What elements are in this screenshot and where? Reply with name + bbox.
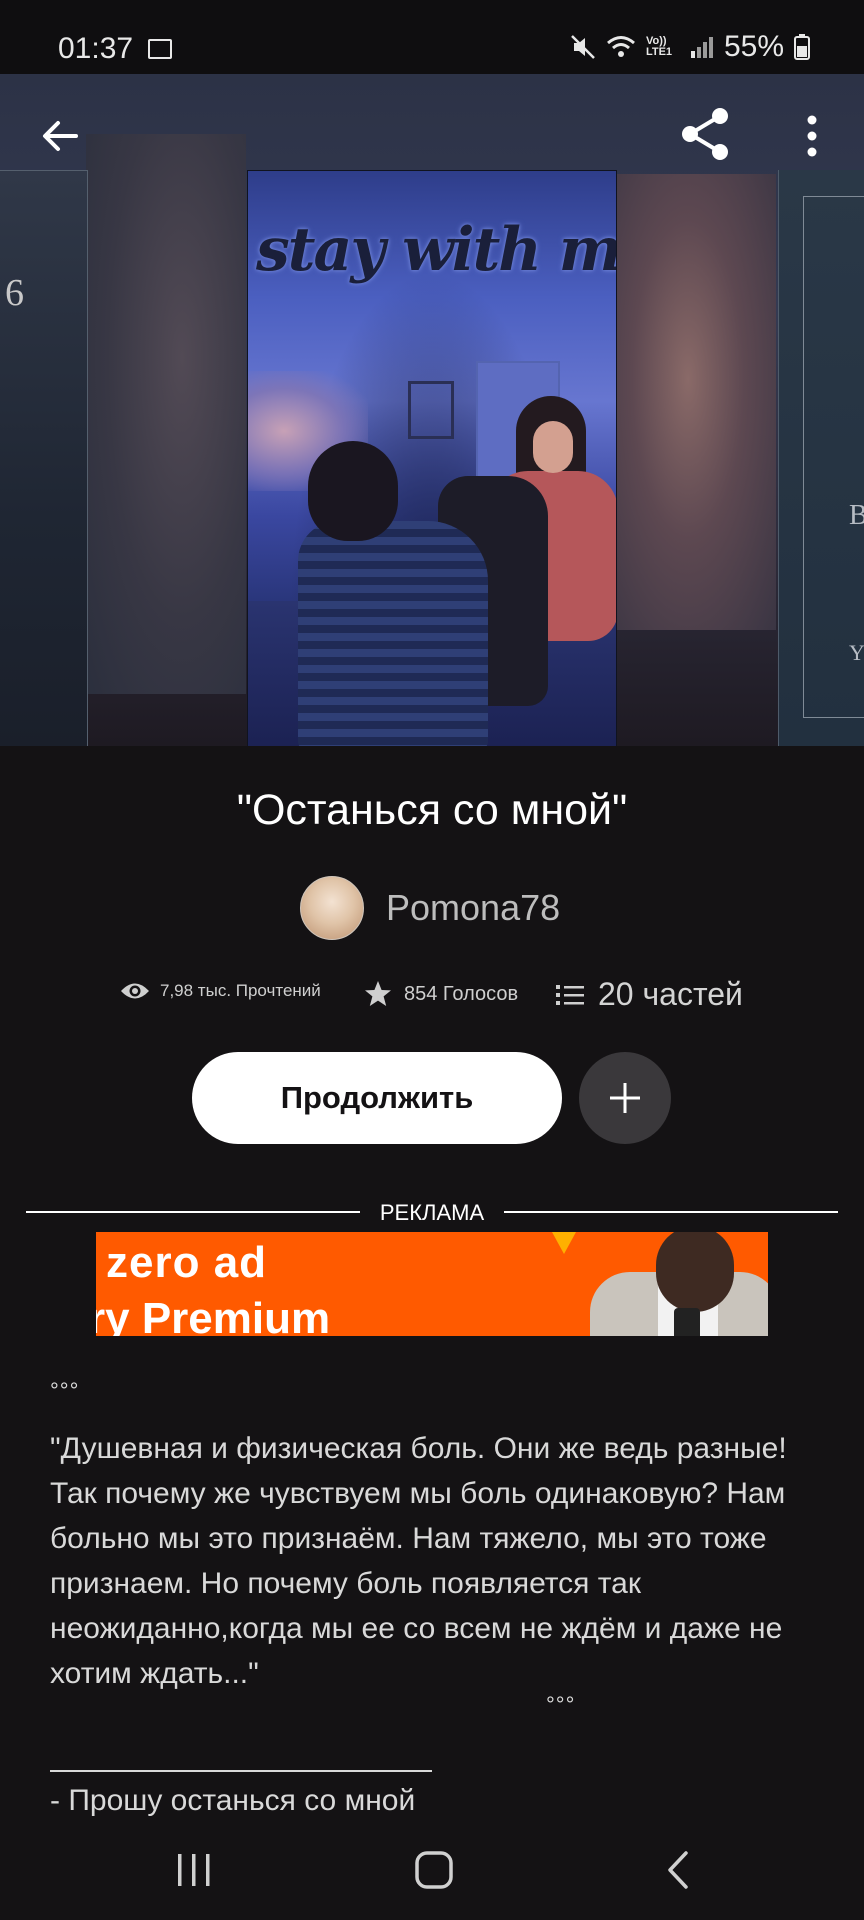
home-icon[interactable] [414, 1850, 454, 1890]
nav-back-icon[interactable] [664, 1850, 692, 1890]
network-label: Vo)) LTE1 [645, 35, 673, 58]
votes-count: 854 Голосов [404, 982, 519, 1005]
status-time: 01:37 [58, 32, 134, 65]
mute-icon [571, 35, 595, 59]
reads-stat: 7,98 тыс. Прочтений [120, 980, 321, 1002]
eye-icon [121, 983, 149, 999]
battery-percent: 55% [723, 30, 784, 63]
avatar[interactable] [300, 876, 364, 940]
cover-boy-figure [308, 441, 398, 541]
status-bar: 01:37 Vo)) LTE1 55% [0, 0, 864, 74]
ad-person-image [656, 1232, 734, 1312]
more-vert-icon[interactable] [800, 112, 824, 160]
star-icon [365, 981, 391, 1006]
divider-line [26, 1211, 360, 1213]
ad-divider: РЕКЛАМА [26, 1200, 838, 1228]
story-stats: 7,98 тыс. Прочтений 854 Голосов 20 часте… [120, 970, 760, 1030]
description-divider [50, 1770, 432, 1772]
battery-icon [794, 34, 810, 60]
plus-icon [610, 1083, 640, 1113]
cover-boy-figure [298, 521, 488, 746]
author-name[interactable]: Pomona78 [386, 887, 560, 929]
author-link[interactable]: Pomona78 [300, 876, 560, 940]
reads-count: 7,98 тыс. Прочтений [160, 981, 321, 1000]
next-cover-letter: B [849, 500, 864, 531]
signal-icon [690, 37, 713, 58]
ad-text-line: zero ad [106, 1238, 268, 1287]
ad-phone-image [674, 1308, 700, 1336]
continue-reading-button[interactable]: Продолжить [192, 1052, 562, 1144]
cover-carousel[interactable]: 6 B Y stay with me [0, 74, 864, 746]
decorative-dots: °°° [546, 1692, 576, 1717]
ad-text-line: ry Premium [96, 1294, 331, 1336]
description-quote: - Прошу останься со мной [50, 1784, 416, 1817]
wifi-icon [606, 36, 635, 57]
parts-count[interactable]: 20 частей [598, 976, 743, 1013]
cover-girl-figure [533, 421, 573, 473]
votes-stat: 854 Голосов [364, 980, 518, 1008]
status-indicators: Vo)) LTE1 55% [570, 30, 810, 64]
previous-cover-number: 6 [5, 272, 24, 314]
background-blur-left [86, 134, 246, 694]
previous-story-cover[interactable]: 6 [0, 170, 88, 746]
cover-title-art: stay with me [256, 215, 617, 285]
ad-decoration [552, 1232, 576, 1254]
list-icon [556, 984, 584, 1005]
gallery-notification-icon [148, 39, 172, 59]
decorative-dots: °°° [50, 1378, 80, 1403]
add-to-library-button[interactable] [579, 1052, 671, 1144]
share-icon[interactable] [678, 106, 732, 162]
description-text: "Душевная и физическая боль. Они же ведь… [50, 1432, 787, 1690]
recent-apps-icon[interactable] [176, 1852, 212, 1888]
background-blur-right [616, 174, 776, 630]
next-story-cover[interactable]: B Y [778, 170, 864, 746]
ad-label: РЕКЛАМА [379, 1200, 485, 1225]
back-arrow-icon[interactable] [36, 112, 84, 160]
story-title: "Останься со мной" [236, 786, 628, 834]
parts-stat[interactable]: 20 частей [556, 976, 743, 1013]
ad-banner[interactable]: zero ad ry Premium [96, 1232, 768, 1336]
system-navigation-bar [0, 1816, 864, 1920]
divider-line [504, 1211, 838, 1213]
story-cover[interactable]: stay with me [247, 170, 617, 746]
cover-window [408, 381, 454, 439]
next-cover-letter: Y [849, 640, 864, 665]
